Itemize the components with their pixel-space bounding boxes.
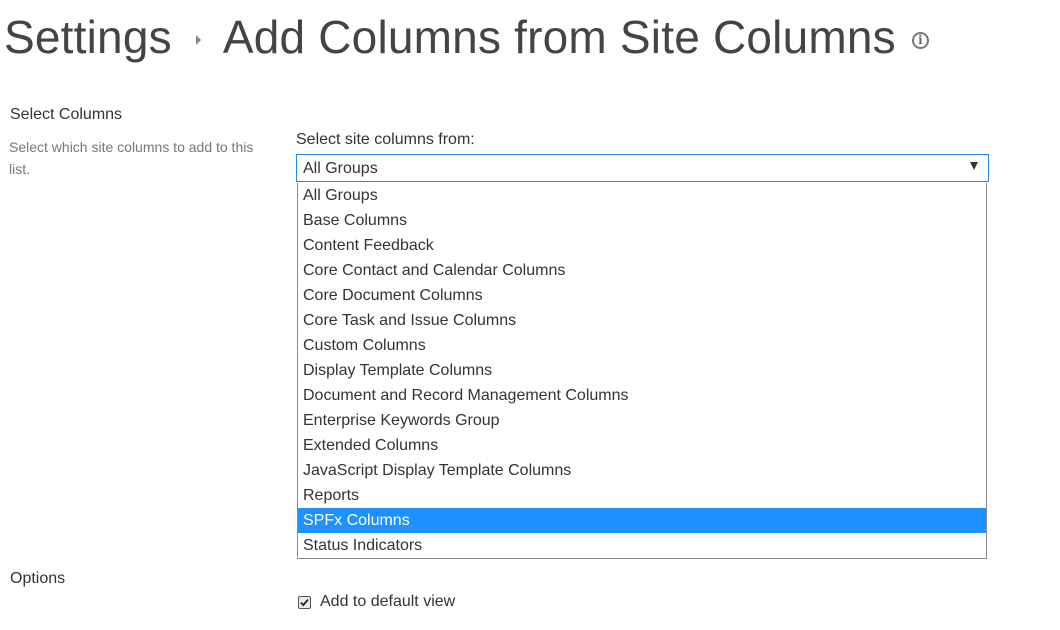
site-columns-group-label: Select site columns from: bbox=[296, 131, 475, 148]
checkmark-icon bbox=[300, 598, 309, 606]
dropdown-option[interactable]: SPFx Columns bbox=[298, 508, 986, 533]
dropdown-option[interactable]: Custom Columns bbox=[298, 333, 986, 358]
dropdown-option[interactable]: Document and Record Management Columns bbox=[298, 383, 986, 408]
dropdown-option[interactable]: Core Document Columns bbox=[298, 283, 986, 308]
options-heading: Options bbox=[10, 570, 66, 587]
add-to-default-view-row[interactable]: Add to default view bbox=[298, 591, 455, 613]
site-columns-group-select[interactable]: All Groups bbox=[296, 154, 989, 182]
dropdown-option[interactable]: Core Contact and Calendar Columns bbox=[298, 258, 986, 283]
dropdown-arrow-icon bbox=[970, 162, 978, 170]
settings-page: Settings Add Columns from Site Columns i… bbox=[0, 0, 1060, 630]
dropdown-option[interactable]: Enterprise Keywords Group bbox=[298, 408, 986, 433]
select-columns-description: Select which site columns to add to this… bbox=[9, 139, 254, 177]
dropdown-option[interactable]: Status Indicators bbox=[298, 533, 986, 558]
dropdown-option[interactable]: Display Template Columns bbox=[298, 358, 986, 383]
breadcrumb-settings-link[interactable]: Settings bbox=[4, 6, 172, 68]
site-columns-group-options[interactable]: All Groups Base Columns Content Feedback Co… bbox=[297, 183, 987, 559]
info-icon[interactable]: i bbox=[911, 31, 929, 49]
dropdown-option[interactable]: Content Feedback bbox=[298, 233, 986, 258]
select-columns-heading: Select Columns bbox=[10, 106, 123, 123]
dropdown-option[interactable]: Extended Columns bbox=[298, 433, 986, 458]
page-title: Add Columns from Site Columns bbox=[222, 11, 896, 63]
breadcrumb-separator-icon bbox=[195, 35, 201, 45]
dropdown-option[interactable]: Core Task and Issue Columns bbox=[298, 308, 986, 333]
page-header: Settings Add Columns from Site Columns i bbox=[4, 6, 929, 68]
dropdown-option[interactable]: All Groups bbox=[298, 183, 986, 208]
add-to-default-view-label[interactable]: Add to default view bbox=[320, 593, 455, 611]
add-to-default-view-checkbox[interactable] bbox=[298, 595, 311, 609]
select-current-value: All Groups bbox=[303, 160, 378, 177]
dropdown-option[interactable]: JavaScript Display Template Columns bbox=[298, 458, 986, 483]
dropdown-option[interactable]: Base Columns bbox=[298, 208, 986, 233]
dropdown-option[interactable]: Reports bbox=[298, 483, 986, 508]
